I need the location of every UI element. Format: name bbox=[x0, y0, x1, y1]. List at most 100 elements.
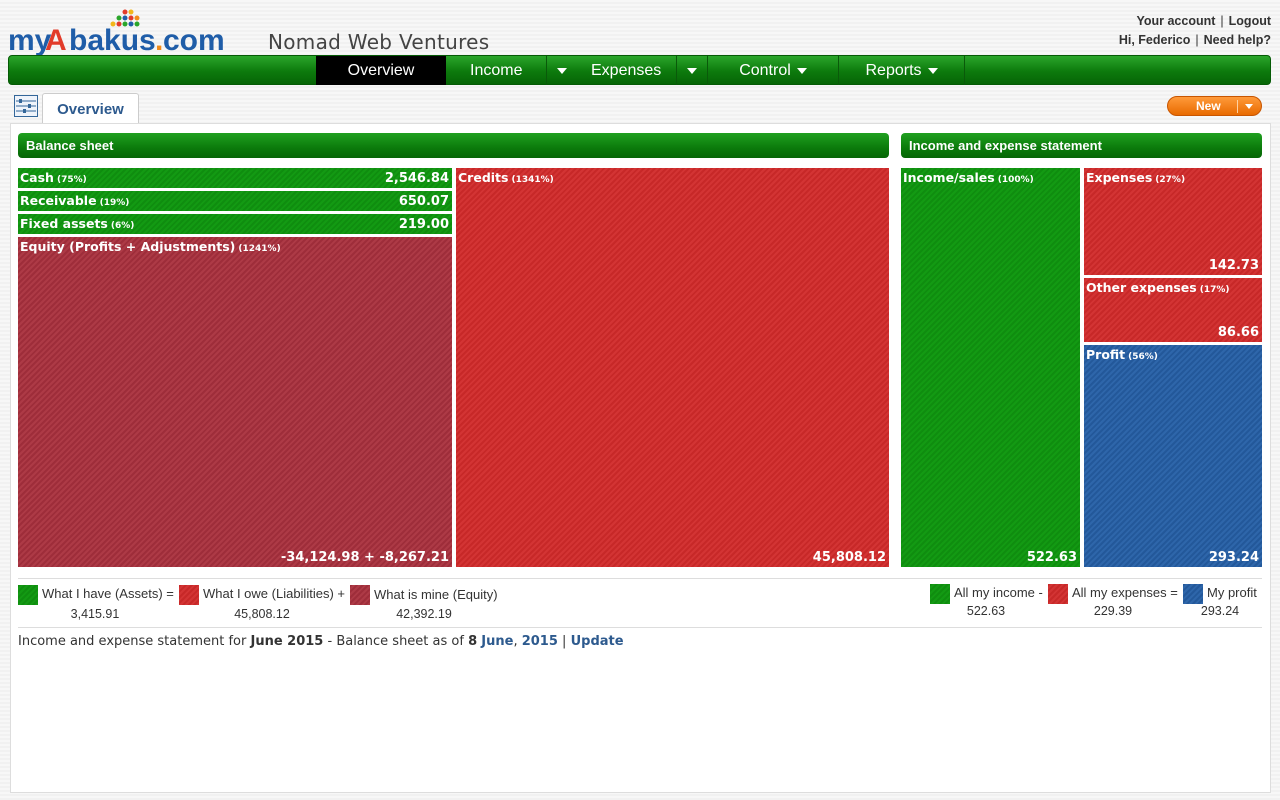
period-prefix: Income and expense statement for bbox=[18, 634, 251, 649]
chevron-down-icon[interactable] bbox=[1245, 104, 1253, 109]
tile-cash[interactable]: Cash (75%) 2,546.84 bbox=[18, 168, 452, 188]
tile-name: Profit bbox=[1086, 347, 1126, 362]
balance-year-link[interactable]: 2015 bbox=[522, 634, 558, 649]
legend-swatch-profit bbox=[1183, 584, 1203, 604]
legend-value-equity: 42,392.19 bbox=[396, 607, 452, 621]
svg-text:bakus: bakus bbox=[69, 24, 156, 56]
tile-amount: 522.63 bbox=[1026, 550, 1077, 565]
separator: | bbox=[1220, 14, 1224, 28]
need-help-link[interactable]: Need help? bbox=[1204, 33, 1271, 47]
myabakus-logo[interactable]: my A bakus . com bbox=[8, 8, 263, 56]
tile-percent: (27%) bbox=[1155, 175, 1186, 185]
tile-percent: (100%) bbox=[997, 175, 1034, 185]
chevron-down-icon bbox=[927, 67, 938, 74]
nav-expenses[interactable]: Expenses bbox=[577, 56, 677, 85]
nav-income[interactable]: Income bbox=[446, 56, 546, 85]
balance-sheet-title: Balance sheet bbox=[26, 138, 114, 153]
nav-reports[interactable]: Reports bbox=[839, 56, 964, 85]
new-button[interactable]: New bbox=[1167, 96, 1262, 116]
tile-income-sales[interactable]: Income/sales (100%) 522.63 bbox=[901, 168, 1080, 567]
nav-expenses-label: Expenses bbox=[591, 61, 662, 79]
tile-profit[interactable]: Profit (56%) 293.24 bbox=[1084, 345, 1262, 567]
tile-label: Income/sales (100%) bbox=[903, 170, 1034, 185]
legend-swatch-assets bbox=[18, 585, 38, 605]
tile-label: Other expenses (17%) bbox=[1086, 280, 1230, 295]
main-nav: Overview Income Expenses Control Reports bbox=[8, 55, 1271, 85]
tab-overview-label: Overview bbox=[57, 100, 124, 118]
balance-day: 8 bbox=[468, 634, 478, 649]
separator: | bbox=[562, 634, 567, 649]
tile-label: Expenses (27%) bbox=[1086, 170, 1185, 185]
tile-percent: (19%) bbox=[99, 198, 130, 208]
legend-label-expenses: All my expenses = bbox=[1072, 585, 1178, 600]
tile-label: Cash (75%) bbox=[20, 170, 87, 185]
tile-amount: 293.24 bbox=[1208, 550, 1259, 565]
period-summary: Income and expense statement for June 20… bbox=[18, 634, 624, 649]
svg-text:com: com bbox=[163, 24, 225, 56]
tile-name: Income/sales bbox=[903, 170, 995, 185]
svg-text:A: A bbox=[45, 24, 67, 56]
period-value: June 2015 bbox=[250, 634, 324, 649]
legend-label-income: All my income - bbox=[954, 585, 1043, 600]
tile-equity[interactable]: Equity (Profits + Adjustments) (1241%) -3… bbox=[18, 237, 452, 567]
income-statement-header: Income and expense statement bbox=[901, 133, 1262, 158]
legend-value-assets: 3,415.91 bbox=[70, 607, 120, 621]
legend-label-profit: My profit bbox=[1207, 585, 1257, 600]
tile-receivable[interactable]: Receivable (19%) 650.07 bbox=[18, 191, 452, 211]
logout-link[interactable]: Logout bbox=[1229, 14, 1271, 28]
tile-name: Expenses bbox=[1086, 170, 1153, 185]
nav-income-label: Income bbox=[470, 61, 523, 79]
tile-percent: (56%) bbox=[1128, 352, 1158, 362]
chevron-down-icon bbox=[557, 67, 567, 74]
tile-amount: -34,124.98 + -8,267.21 bbox=[280, 550, 449, 565]
tile-label: Fixed assets (6%) bbox=[20, 216, 134, 231]
greeting-text: Hi, Federico bbox=[1118, 33, 1191, 47]
nav-divider bbox=[964, 56, 965, 85]
legend-value-income: 522.63 bbox=[966, 604, 1006, 618]
tile-percent: (17%) bbox=[1199, 285, 1230, 295]
tile-name: Fixed assets bbox=[20, 216, 108, 231]
company-name: Nomad Web Ventures bbox=[268, 30, 490, 54]
your-account-link[interactable]: Your account bbox=[1136, 14, 1215, 28]
chevron-down-icon bbox=[796, 67, 807, 74]
nav-control[interactable]: Control bbox=[708, 56, 838, 85]
tile-label: Credits (1341%) bbox=[458, 170, 554, 185]
tile-name: Equity (Profits + Adjustments) bbox=[20, 239, 236, 254]
balance-sheet-header: Balance sheet bbox=[18, 133, 889, 158]
tile-percent: (1241%) bbox=[238, 244, 281, 254]
tile-label: Receivable (19%) bbox=[20, 193, 129, 208]
balance-month-link[interactable]: June bbox=[481, 634, 513, 649]
tile-fixed-assets[interactable]: Fixed assets (6%) 219.00 bbox=[18, 214, 452, 234]
chevron-down-icon bbox=[687, 67, 697, 74]
income-menu-toggle[interactable] bbox=[547, 56, 577, 85]
tile-amount: 2,546.84 bbox=[384, 171, 449, 186]
tile-label: Profit (56%) bbox=[1086, 347, 1158, 362]
tile-expenses[interactable]: Expenses (27%) 142.73 bbox=[1084, 168, 1262, 275]
income-statement-title: Income and expense statement bbox=[909, 138, 1102, 153]
balance-as-of-text: - Balance sheet as of bbox=[323, 634, 469, 649]
legend-value-liabilities: 45,808.12 bbox=[234, 607, 290, 621]
separator: | bbox=[1195, 33, 1199, 47]
divider bbox=[18, 627, 1262, 628]
tile-amount: 219.00 bbox=[398, 217, 449, 232]
nav-overview[interactable]: Overview bbox=[316, 56, 446, 85]
legend-swatch-expenses bbox=[1048, 584, 1068, 604]
nav-overview-label: Overview bbox=[347, 61, 415, 79]
tile-name: Other expenses bbox=[1086, 280, 1197, 295]
tile-percent: (1341%) bbox=[511, 175, 554, 185]
tile-other-expenses[interactable]: Other expenses (17%) 86.66 bbox=[1084, 278, 1262, 342]
tile-percent: (6%) bbox=[110, 221, 135, 231]
tile-credits[interactable]: Credits (1341%) 45,808.12 bbox=[456, 168, 889, 567]
tile-percent: (75%) bbox=[56, 175, 87, 185]
update-link[interactable]: Update bbox=[571, 634, 624, 649]
account-links: Your account | Logout Hi, Federico | Need he… bbox=[1119, 12, 1271, 50]
legend-label-assets: What I have (Assets) = bbox=[42, 586, 174, 601]
nav-reports-label: Reports bbox=[865, 61, 922, 79]
tile-name: Cash bbox=[20, 170, 54, 185]
tile-label: Equity (Profits + Adjustments) (1241%) bbox=[20, 239, 281, 254]
abacus-icon[interactable] bbox=[14, 95, 38, 117]
tile-amount: 650.07 bbox=[398, 194, 449, 209]
tab-overview[interactable]: Overview bbox=[42, 93, 139, 124]
expenses-menu-toggle[interactable] bbox=[677, 56, 707, 85]
divider bbox=[18, 578, 1262, 579]
